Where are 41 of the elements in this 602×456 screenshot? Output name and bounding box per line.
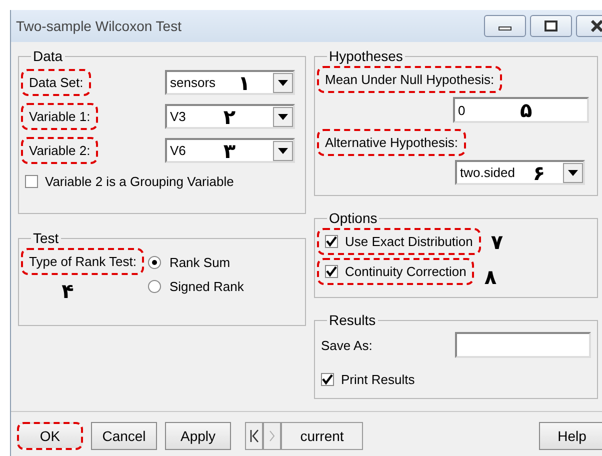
group-title: Data xyxy=(32,48,64,64)
annotation-number: ۷ xyxy=(490,232,504,252)
checkbox-label: Use Exact Distribution xyxy=(345,234,473,249)
checkbox-label: Print Results xyxy=(341,372,415,387)
minimize-button[interactable] xyxy=(484,15,526,37)
field-label: Type of Rank Test: xyxy=(21,248,144,275)
checkbox[interactable] xyxy=(25,175,38,188)
field-label: Alternative Hypothesis: xyxy=(317,129,466,156)
checkbox-label: Continuity Correction xyxy=(345,264,466,278)
dialog-button[interactable]: Apply xyxy=(165,422,231,450)
field-label: Data Set: xyxy=(21,69,92,96)
radio-label: Signed Rank xyxy=(169,279,244,294)
first-icon xyxy=(250,429,258,443)
checkbox-label: Variable 2 is a Grouping Variable xyxy=(45,174,234,189)
group-title: Options xyxy=(328,210,378,226)
checkbox[interactable] xyxy=(321,373,334,386)
current-field[interactable]: current xyxy=(281,422,363,450)
close-icon xyxy=(589,20,602,32)
group-title: Test xyxy=(32,230,60,246)
checkbox[interactable] xyxy=(325,235,338,248)
annotation-number: ۴ xyxy=(62,281,74,301)
radio-button[interactable] xyxy=(148,256,162,269)
field-label: Variable 2: xyxy=(21,137,98,164)
dialog-button[interactable]: Cancel xyxy=(91,422,157,450)
text-field[interactable] xyxy=(455,332,591,358)
maximize-icon xyxy=(544,20,558,32)
annotation-number: ۸ xyxy=(484,267,497,287)
radio-button[interactable] xyxy=(148,280,162,293)
field-label: Mean Under Null Hypothesis: xyxy=(317,66,502,93)
field-label: Save As: xyxy=(321,338,372,352)
window-title: Two-sample Wilcoxon Test xyxy=(16,18,182,34)
maximize-button[interactable] xyxy=(530,15,572,37)
checkbox[interactable] xyxy=(325,264,338,278)
help-button[interactable]: Help xyxy=(539,422,602,450)
next-icon xyxy=(269,430,275,442)
group-title: Hypotheses xyxy=(328,48,404,64)
group-title: Results xyxy=(328,312,377,328)
dialog-button[interactable]: OK xyxy=(17,422,83,450)
field-label: Variable 1: xyxy=(21,103,98,130)
first-button[interactable] xyxy=(245,422,263,450)
radio-label: Rank Sum xyxy=(169,255,230,270)
